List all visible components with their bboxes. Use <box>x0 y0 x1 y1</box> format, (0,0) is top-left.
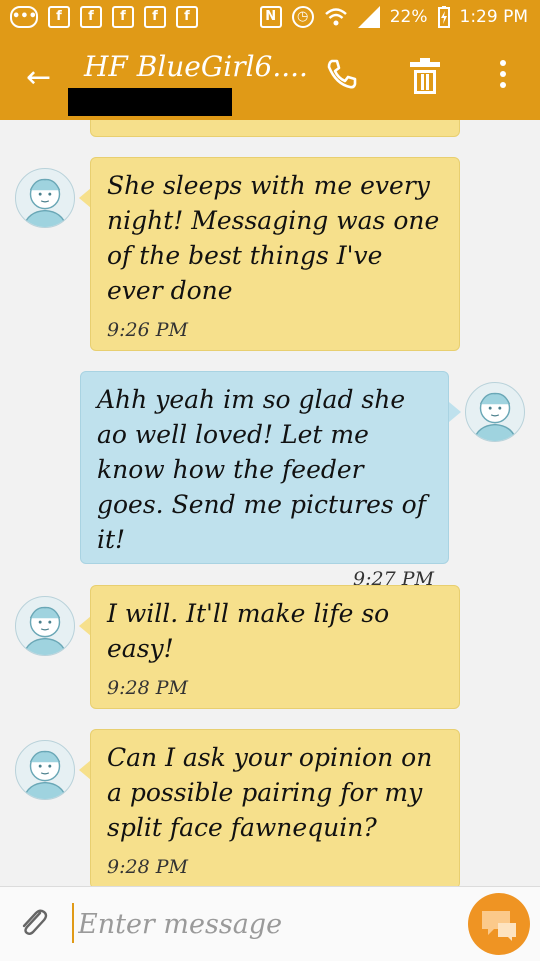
back-arrow-icon[interactable]: ← <box>26 60 51 95</box>
message-text: I will. It'll make life so easy! <box>107 599 390 663</box>
nfc-icon: N <box>259 6 282 28</box>
battery-charging-icon <box>437 6 450 28</box>
message-timestamp: 9:28 PM <box>107 856 188 878</box>
text-cursor <box>72 903 74 943</box>
phone-icon[interactable] <box>326 58 358 90</box>
message-list[interactable]: She sleeps with me every night! Messagin… <box>0 120 540 886</box>
contact-avatar[interactable] <box>15 596 75 656</box>
send-message-icon <box>482 911 516 941</box>
message-bubble-partial <box>90 120 460 137</box>
message-icon: ••• <box>10 6 38 28</box>
redaction-bar <box>68 88 232 116</box>
contact-avatar[interactable] <box>15 168 75 228</box>
person-avatar-icon <box>23 178 67 227</box>
message-text: Can I ask your opinion on a possible pai… <box>107 743 433 842</box>
my-avatar[interactable] <box>465 382 525 442</box>
send-button[interactable] <box>468 893 530 955</box>
facebook-icon: f <box>112 6 134 28</box>
message-input[interactable] <box>76 901 450 947</box>
person-avatar-icon <box>23 606 67 655</box>
message-text: Ahh yeah im so glad she ao well loved! L… <box>97 385 426 554</box>
wifi-icon <box>324 8 347 26</box>
more-vert-icon[interactable] <box>496 60 510 93</box>
bubble-tail <box>449 402 461 422</box>
message-timestamp: 9:26 PM <box>107 319 188 341</box>
trash-icon[interactable] <box>410 58 440 96</box>
message-composer <box>0 886 540 961</box>
message-bubble-incoming[interactable]: Can I ask your opinion on a possible pai… <box>90 729 460 886</box>
status-time: 1:29 PM <box>459 7 529 27</box>
facebook-icon: f <box>176 6 198 28</box>
person-avatar-icon <box>23 750 67 799</box>
signal-icon <box>357 6 380 28</box>
status-bar: ••• f f f f f N ◷ 22% 1:29 PM <box>0 0 540 36</box>
message-bubble-incoming[interactable]: She sleeps with me every night! Messagin… <box>90 157 460 351</box>
app-bar: ← HF BlueGirl6.... <box>0 36 540 120</box>
status-icons-right: N ◷ 22% 1:29 PM <box>259 6 529 28</box>
message-bubble-outgoing[interactable]: Ahh yeah im so glad she ao well loved! L… <box>80 371 449 590</box>
alarm-icon: ◷ <box>291 6 314 28</box>
person-avatar-icon <box>473 392 517 441</box>
facebook-icon: f <box>144 6 166 28</box>
contact-avatar[interactable] <box>15 740 75 800</box>
facebook-icon: f <box>48 6 70 28</box>
message-timestamp: 9:28 PM <box>107 677 188 699</box>
paperclip-icon[interactable] <box>16 905 52 941</box>
message-text: She sleeps with me every night! Messagin… <box>107 171 440 305</box>
battery-percent: 22% <box>389 7 428 27</box>
status-icons-left: ••• f f f f f <box>10 6 198 28</box>
facebook-icon: f <box>80 6 102 28</box>
conversation-title: HF BlueGirl6.... <box>84 50 308 83</box>
message-bubble-incoming[interactable]: I will. It'll make life so easy! 9:28 PM <box>90 585 460 709</box>
